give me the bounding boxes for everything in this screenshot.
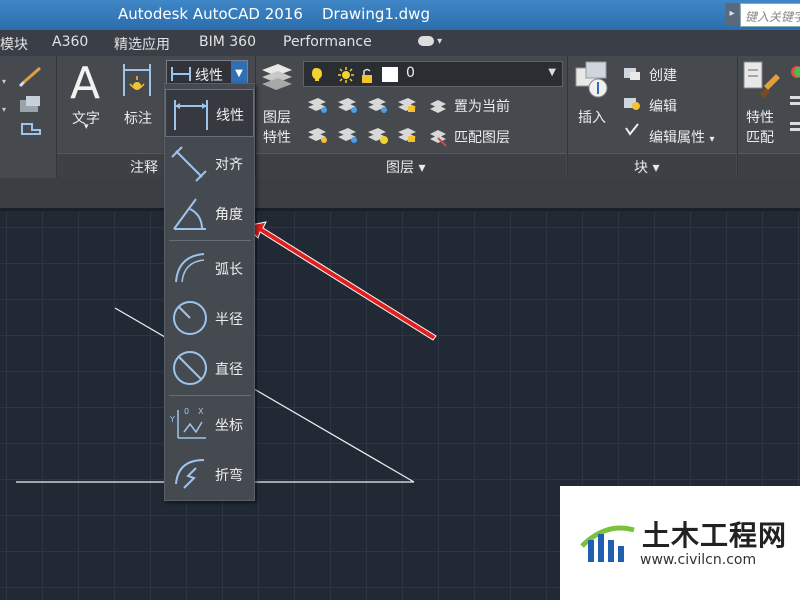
menu-item-diameter[interactable]: 直径 [165,344,254,392]
civilcn-logo-icon [580,525,635,562]
menu-item-aligned[interactable]: 对齐 [165,139,254,187]
radius-label: 半径 [215,312,243,328]
menu-item-radius[interactable]: 半径 [165,294,254,342]
svg-text:0: 0 [184,407,189,416]
menu-item-angular[interactable]: 角度 [165,189,254,237]
watermark-url: www.civilcn.com [640,552,757,568]
radius-dim-icon [173,301,207,335]
menu-item-jogged[interactable]: 折弯 [165,450,254,498]
angular-label: 角度 [215,207,243,223]
menu-item-ordinate[interactable]: Y 0 X 坐标 [165,400,254,448]
diameter-label: 直径 [215,362,243,378]
linear-label: 线性 [216,108,244,124]
diameter-dim-icon [173,351,207,385]
jogged-label: 折弯 [215,468,243,484]
menu-item-arc-length[interactable]: 弧长 [165,244,254,292]
aligned-label: 对齐 [215,157,243,173]
menu-separator [169,395,251,396]
dimension-type-menu: 线性 对齐 角度 弧长 半径 直径 Y 0 X 坐标 折弯 [164,83,255,501]
svg-text:Y: Y [170,415,175,424]
jogged-dim-icon [175,459,205,489]
aligned-dim-icon [171,146,207,182]
ordinate-dim-icon: Y 0 X [170,407,206,439]
menu-separator [169,240,251,241]
menu-item-linear[interactable]: 线性 [165,89,254,137]
arc-length-label: 弧长 [215,262,243,278]
ordinate-label: 坐标 [215,418,243,434]
linear-dim-icon [174,100,208,130]
svg-text:X: X [198,407,204,416]
angular-dim-icon [173,198,206,230]
watermark-brand: 土木工程网 [642,519,788,552]
arc-length-dim-icon [175,253,205,283]
watermark: 土木工程网 www.civilcn.com [560,486,800,600]
